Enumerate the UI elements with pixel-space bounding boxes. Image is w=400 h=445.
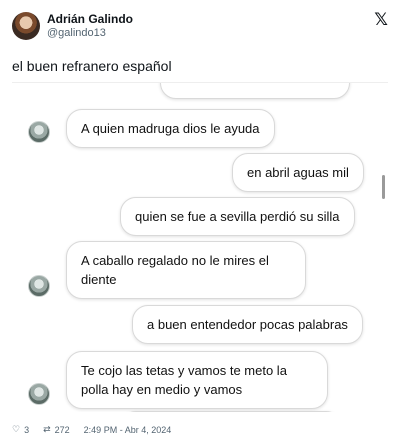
chat-bubble-left: Te cojo las tetas y vamos te meto la pol…: [66, 351, 328, 409]
tweet-text: el buen refranero español: [12, 58, 172, 74]
retweet-icon[interactable]: ⇄: [43, 424, 51, 435]
tweet-meta: ♡ 3 ⇄ 272 2:49 PM - Abr 4, 2024: [12, 424, 171, 435]
tweet-header: Adrián Galindo @galindo13 𝕏: [0, 0, 400, 48]
chat-bubble-right: quien se fue a sevilla perdió su silla: [120, 197, 355, 236]
chat-avatar: [28, 275, 50, 297]
retweet-count: 272: [54, 424, 70, 435]
chat-bubble-left: A caballo regalado no le mires el diente: [66, 241, 306, 299]
chat-avatar: [28, 383, 50, 405]
heart-icon[interactable]: ♡: [12, 424, 20, 435]
author-avatar[interactable]: [12, 12, 40, 40]
like-count: 3: [24, 424, 30, 435]
chat-bubble-right: a buen entendedor pocas palabras: [132, 305, 363, 344]
chat-bubble-partial: [120, 411, 342, 412]
chat-bubble-partial: [160, 83, 350, 99]
chat-screenshot: A quien madruga dios le ayuda en abril a…: [12, 82, 388, 412]
timestamp[interactable]: 2:49 PM - Abr 4, 2024: [84, 425, 172, 435]
author-name[interactable]: Adrián Galindo: [47, 12, 133, 26]
chat-avatar: [28, 121, 50, 143]
chat-bubble-left: A quien madruga dios le ayuda: [66, 109, 275, 148]
x-logo-icon[interactable]: 𝕏: [374, 10, 388, 30]
chat-scrollbar[interactable]: [382, 175, 385, 199]
chat-bubble-right: en abril aguas mil: [232, 153, 364, 192]
author-handle[interactable]: @galindo13: [47, 27, 106, 39]
